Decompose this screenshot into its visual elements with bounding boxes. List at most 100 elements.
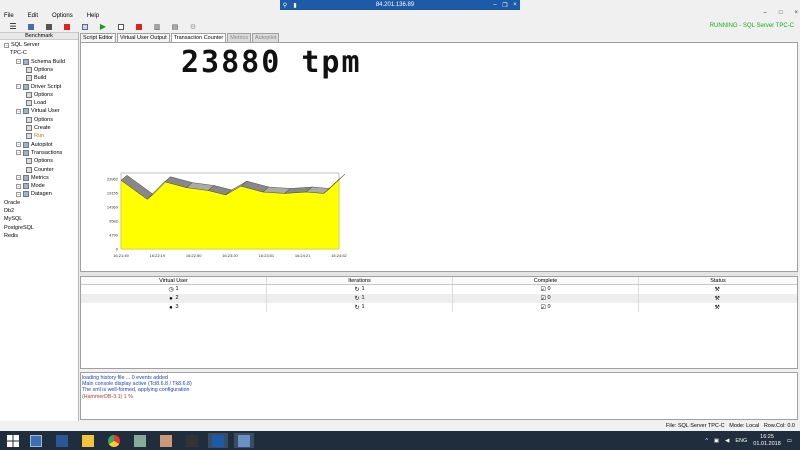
window-close-icon[interactable]: × [794, 10, 798, 16]
table-cell: ● 3 [81, 303, 267, 312]
tree-item[interactable]: − Driver Script [16, 83, 61, 91]
menu-help[interactable]: Help [87, 13, 99, 19]
tree-item[interactable]: − Schema Build [16, 58, 65, 66]
expand-toggle-icon[interactable]: − [4, 42, 9, 48]
tree-item[interactable]: Db2 [4, 207, 14, 215]
taskbar-server-manager[interactable] [26, 433, 46, 448]
close-icon[interactable]: × [510, 2, 520, 8]
menu-options[interactable]: Options [52, 13, 73, 19]
virtual-user-table: Virtual User Iterations Complete Status … [80, 276, 798, 369]
tree-item[interactable]: Create [26, 124, 51, 132]
gear-icon: ⚙ [189, 23, 197, 31]
tree-item[interactable]: Options [26, 91, 53, 99]
tree-item[interactable]: − Datagen [16, 190, 52, 198]
tree-item[interactable]: PostgreSQL [4, 224, 34, 232]
system-tray: ^ ▣ ◀ ENG 16:25 01.01.2018 ▭ [705, 431, 792, 450]
tab-virtual-user-output[interactable]: Virtual User Output [116, 33, 170, 42]
tab-autopilot[interactable]: Autopilot [252, 33, 280, 42]
page-icon [118, 23, 124, 30]
hide-tree-button[interactable]: ☰ [4, 22, 22, 32]
destroy-vu-button[interactable] [130, 22, 148, 32]
tab-transaction-counter[interactable]: Transaction Counter [170, 33, 227, 42]
windows-logo-icon [7, 434, 19, 447]
tab-script-editor[interactable]: Script Editor [80, 33, 116, 42]
network-icon[interactable]: ▣ [714, 438, 719, 444]
folder-icon [23, 183, 29, 190]
tree-item[interactable]: Load [26, 99, 46, 107]
expand-toggle-icon[interactable]: − [16, 175, 21, 181]
tray-expand-icon[interactable]: ^ [705, 438, 708, 444]
expand-toggle-icon[interactable]: − [16, 191, 21, 197]
tree-item[interactable]: Run [26, 132, 44, 140]
cell-value: 0 [547, 304, 551, 310]
tree-item-label: Transactions [31, 149, 63, 156]
table-row[interactable]: ◷ 1 ↻ 1 ☑ 0 ⚒ [81, 285, 797, 294]
taskbar-hammerdb[interactable] [234, 433, 254, 448]
tree-item[interactable]: Options [26, 66, 53, 74]
expand-toggle-icon[interactable]: − [16, 142, 21, 148]
expand-toggle-icon[interactable]: − [16, 59, 21, 65]
y-tick-label: 23962 [107, 176, 119, 181]
tree-item[interactable]: TPC-C [10, 49, 27, 57]
toolbar: ☰ ▶ ▥ ▤ ⚙ [0, 21, 800, 32]
taskbar-app-2[interactable] [156, 433, 176, 448]
pin-icon[interactable]: ⚲ [280, 2, 290, 9]
window-maximize-icon[interactable]: □ [779, 10, 783, 16]
menu-file[interactable]: File [4, 13, 14, 19]
taskbar-chrome[interactable] [104, 433, 124, 448]
cell-value: 1 [175, 286, 179, 292]
transactions-button[interactable]: ▥ [148, 22, 166, 32]
status-rowcol: Row.Col: 0.0 [763, 423, 795, 429]
tree-item[interactable]: Redis [4, 232, 18, 240]
build-schema-button[interactable] [22, 22, 40, 32]
language-indicator[interactable]: ENG [735, 438, 747, 444]
window-minimize-icon[interactable]: – [764, 10, 767, 16]
status-file: File: SQL Server TPC-C [665, 423, 725, 429]
tree-item[interactable]: Options [26, 157, 53, 165]
taskbar-powershell[interactable] [52, 433, 72, 448]
stop-icon [64, 23, 70, 30]
tree-item[interactable]: Counter [26, 166, 54, 174]
tree-item[interactable]: Oracle [4, 199, 20, 207]
tree-item-label: Datagen [31, 191, 52, 198]
run-button[interactable]: ▶ [94, 22, 112, 32]
x-tick-label: 16:22:50 [186, 253, 202, 258]
tree-item[interactable]: − Metrics [16, 174, 49, 182]
expand-toggle-icon[interactable]: − [16, 84, 21, 89]
taskbar-explorer[interactable] [78, 433, 98, 448]
table-row[interactable]: ● 3 ↻ 1 ☑ 0 ⚒ [81, 303, 797, 312]
table-row[interactable]: ● 2 ↻ 1 ☑ 0 ⚒ [81, 294, 797, 303]
volume-icon[interactable]: ◀ [725, 438, 729, 444]
autopilot-button[interactable]: ⚙ [184, 22, 202, 32]
tree-item[interactable]: Build [26, 74, 46, 82]
taskbar-app-4[interactable] [208, 433, 228, 448]
minimize-icon[interactable]: – [490, 2, 500, 8]
tree-item[interactable]: − SQL Server [4, 41, 40, 49]
metrics-button[interactable]: ▤ [166, 22, 184, 32]
tree-item[interactable]: Options [26, 116, 53, 124]
load-script-button[interactable] [76, 22, 94, 32]
transaction-counter-panel: 23880 tpm 0 4790 9582 14369 19155 23962 16:21:… [80, 42, 798, 272]
menu-edit[interactable]: Edit [28, 13, 38, 19]
restore-icon[interactable]: ❐ [500, 2, 510, 9]
expand-toggle-icon[interactable]: − [16, 150, 21, 156]
taskbar-app-3[interactable] [182, 433, 202, 448]
expand-toggle-icon[interactable]: − [16, 108, 21, 114]
tree-item[interactable]: − Mode [16, 182, 45, 190]
clock[interactable]: 16:25 01.01.2018 [753, 434, 781, 448]
tree-item[interactable]: − Autopilot [16, 141, 52, 149]
delete-schema-button[interactable] [40, 22, 58, 32]
stop-build-button[interactable] [58, 22, 76, 32]
tree-item[interactable]: − Virtual User [16, 107, 60, 115]
remote-desktop-bar: ⚲ ▮ 84.201.136.89 – ❐ × [280, 0, 520, 10]
create-vu-button[interactable] [112, 22, 130, 32]
tree-item[interactable]: MySQL [4, 215, 22, 223]
taskbar-app-1[interactable] [130, 433, 150, 448]
tab-metrics[interactable]: Metrics [227, 33, 252, 42]
start-button[interactable] [2, 433, 24, 448]
tree-item[interactable]: − Transactions [16, 149, 62, 157]
expand-toggle-icon[interactable]: − [16, 183, 21, 189]
cell-value: 1 [361, 286, 365, 292]
hammerdb-window: ⚲ ▮ 84.201.136.89 – ❐ × File Edit Option… [0, 0, 800, 450]
notifications-icon[interactable]: ▭ [787, 438, 792, 444]
